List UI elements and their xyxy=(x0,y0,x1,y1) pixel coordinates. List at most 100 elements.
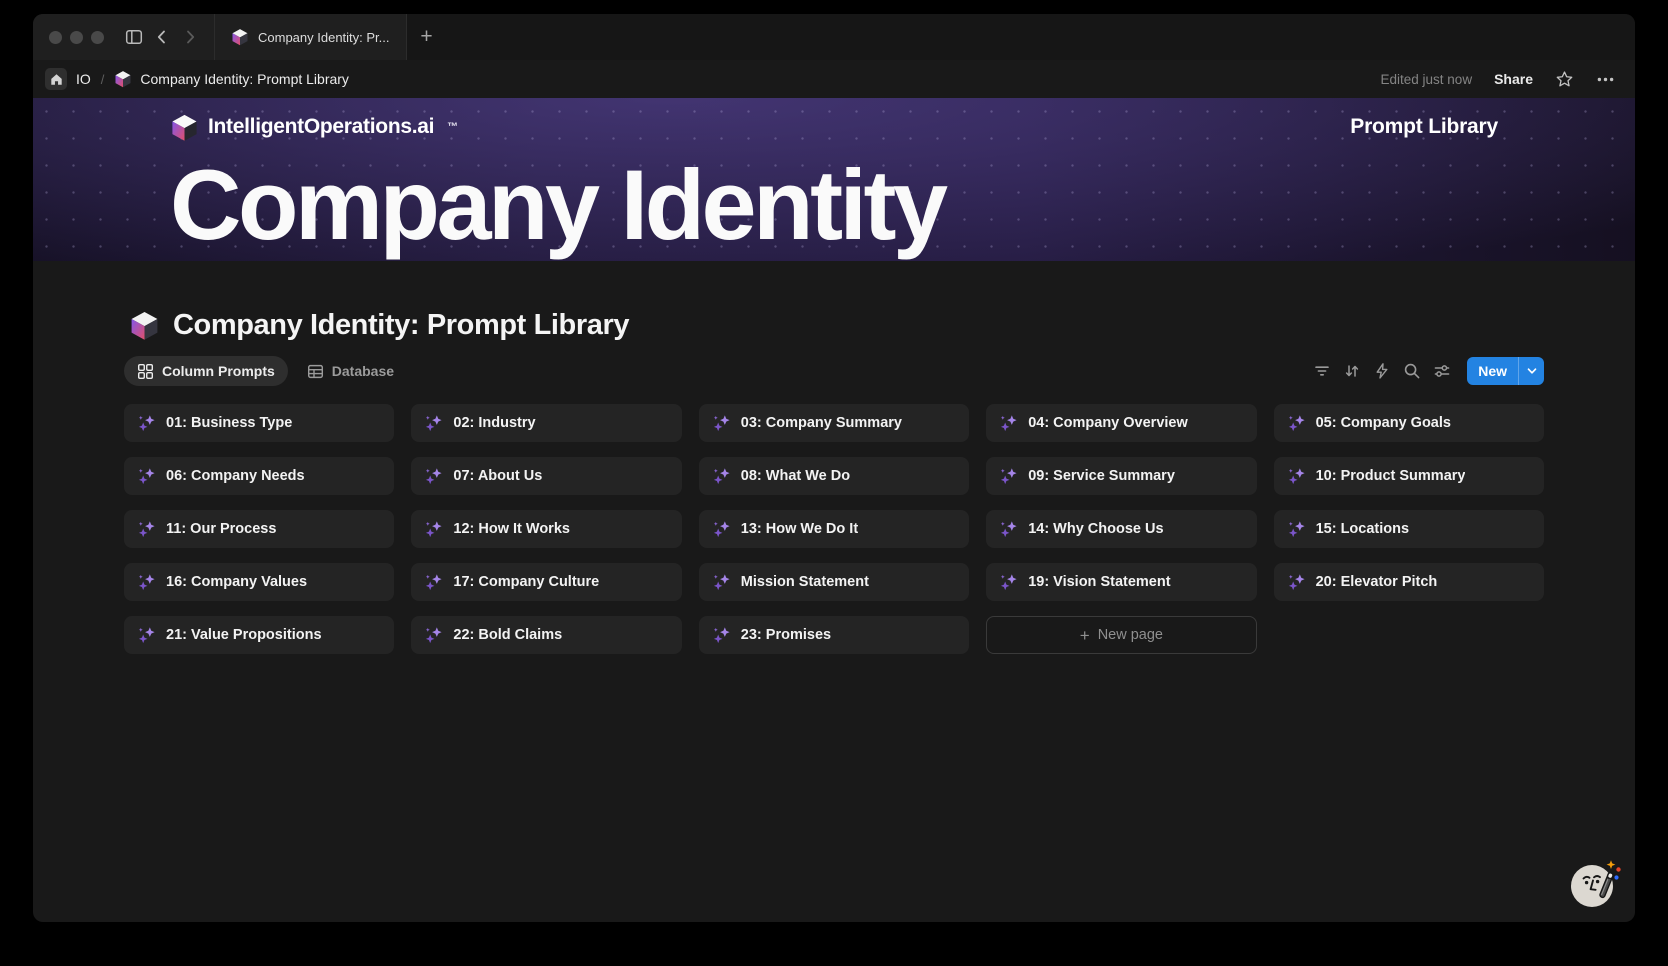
prompt-card[interactable]: 07: About Us xyxy=(411,457,681,495)
app-window: Company Identity: Pr... + IO / Company I… xyxy=(33,14,1635,922)
favorite-button[interactable] xyxy=(1555,70,1574,89)
prompt-card[interactable]: 12: How It Works xyxy=(411,510,681,548)
page-tab[interactable]: Company Identity: Pr... xyxy=(214,14,407,60)
prompt-grid: 01: Business Type 02: Industry 03: Compa… xyxy=(124,404,1544,654)
breadcrumb-workspace[interactable]: IO xyxy=(76,71,91,87)
prompt-card[interactable]: 04: Company Overview xyxy=(986,404,1256,442)
automation-button[interactable] xyxy=(1369,358,1395,384)
ai-sparkle-icon xyxy=(999,573,1018,592)
zoom-button[interactable] xyxy=(91,31,104,44)
brand-trademark: ™ xyxy=(447,121,458,133)
table-icon xyxy=(307,363,324,380)
prompt-card[interactable]: 08: What We Do xyxy=(699,457,969,495)
brand-logo: IntelligentOperations.ai ™ xyxy=(170,113,458,142)
prompt-card[interactable]: 14: Why Choose Us xyxy=(986,510,1256,548)
sidebar-icon xyxy=(125,28,143,46)
ai-sparkle-icon xyxy=(1287,467,1306,486)
breadcrumb-page[interactable]: Company Identity: Prompt Library xyxy=(114,70,349,88)
prompt-card[interactable]: 22: Bold Claims xyxy=(411,616,681,654)
ai-sparkle-icon xyxy=(424,520,443,539)
prompt-card[interactable]: Mission Statement xyxy=(699,563,969,601)
prompt-card[interactable]: 21: Value Propositions xyxy=(124,616,394,654)
home-button[interactable] xyxy=(45,68,67,90)
ai-sparkle-icon xyxy=(137,467,156,486)
tab-bar: Company Identity: Pr... + xyxy=(33,14,1635,60)
page-title-icon[interactable] xyxy=(129,310,160,341)
back-button[interactable] xyxy=(148,22,176,52)
view-settings-button[interactable] xyxy=(1429,358,1455,384)
cube-logo-icon xyxy=(231,28,249,46)
ai-face-wand-icon xyxy=(1567,856,1623,910)
prompt-card-label: Mission Statement xyxy=(741,574,869,590)
banner: IntelligentOperations.ai ™ Prompt Librar… xyxy=(33,98,1635,261)
minimize-button[interactable] xyxy=(70,31,83,44)
view-tab-column-prompts[interactable]: Column Prompts xyxy=(124,356,288,386)
prompt-card[interactable]: 02: Industry xyxy=(411,404,681,442)
breadcrumb-bar: IO / Company Identity: Prompt Library Ed… xyxy=(33,60,1635,98)
ai-assistant-button[interactable] xyxy=(1567,856,1623,910)
prompt-card[interactable]: 09: Service Summary xyxy=(986,457,1256,495)
ai-sparkle-icon xyxy=(424,626,443,645)
prompt-card[interactable]: 10: Product Summary xyxy=(1274,457,1544,495)
new-button[interactable]: New xyxy=(1467,357,1518,385)
prompt-card[interactable]: 17: Company Culture xyxy=(411,563,681,601)
sort-button[interactable] xyxy=(1339,358,1365,384)
ai-sparkle-icon xyxy=(424,467,443,486)
brand-cube-icon xyxy=(170,113,199,142)
close-button[interactable] xyxy=(49,31,62,44)
ai-sparkle-icon xyxy=(424,414,443,433)
new-page-card[interactable]: + New page xyxy=(986,616,1256,654)
search-icon xyxy=(1403,362,1421,380)
ai-sparkle-icon xyxy=(137,414,156,433)
prompt-card-label: 13: How We Do It xyxy=(741,521,858,537)
home-icon xyxy=(50,73,63,86)
prompt-card-label: 02: Industry xyxy=(453,415,535,431)
prompt-card-label: 03: Company Summary xyxy=(741,415,902,431)
filter-icon xyxy=(1313,362,1331,380)
prompt-card-label: 17: Company Culture xyxy=(453,574,599,590)
view-tab-label: Database xyxy=(332,363,394,379)
ai-sparkle-icon xyxy=(137,626,156,645)
plus-icon: + xyxy=(1080,627,1090,644)
ai-sparkle-icon xyxy=(712,520,731,539)
chevron-left-icon xyxy=(154,29,170,45)
ai-sparkle-icon xyxy=(137,520,156,539)
breadcrumb-page-title: Company Identity: Prompt Library xyxy=(140,71,349,87)
forward-button[interactable] xyxy=(176,22,204,52)
prompt-card-label: 23: Promises xyxy=(741,627,831,643)
gallery-grid-icon xyxy=(137,363,154,380)
ai-sparkle-icon xyxy=(1287,520,1306,539)
prompt-card[interactable]: 13: How We Do It xyxy=(699,510,969,548)
banner-headline: Company Identity xyxy=(170,150,1498,260)
ai-sparkle-icon xyxy=(1287,414,1306,433)
cube-page-icon xyxy=(114,70,132,88)
prompt-card[interactable]: 23: Promises xyxy=(699,616,969,654)
more-options-button[interactable] xyxy=(1596,70,1615,89)
prompt-card-label: 06: Company Needs xyxy=(166,468,305,484)
filter-button[interactable] xyxy=(1309,358,1335,384)
share-button[interactable]: Share xyxy=(1494,71,1533,87)
main-content: Company Identity: Prompt Library Column … xyxy=(33,261,1635,922)
lightning-icon xyxy=(1373,362,1391,380)
sliders-icon xyxy=(1433,362,1451,380)
prompt-card[interactable]: 01: Business Type xyxy=(124,404,394,442)
prompt-card[interactable]: 15: Locations xyxy=(1274,510,1544,548)
prompt-card[interactable]: 03: Company Summary xyxy=(699,404,969,442)
prompt-card[interactable]: 05: Company Goals xyxy=(1274,404,1544,442)
ai-sparkle-icon xyxy=(424,573,443,592)
view-tab-database[interactable]: Database xyxy=(294,356,407,386)
new-dropdown-button[interactable] xyxy=(1518,357,1544,385)
new-tab-button[interactable]: + xyxy=(407,14,447,60)
prompt-card[interactable]: 16: Company Values xyxy=(124,563,394,601)
new-page-label: New page xyxy=(1098,627,1163,643)
prompt-card[interactable]: 11: Our Process xyxy=(124,510,394,548)
prompt-card-label: 01: Business Type xyxy=(166,415,292,431)
prompt-card[interactable]: 19: Vision Statement xyxy=(986,563,1256,601)
ai-sparkle-icon xyxy=(712,414,731,433)
sort-arrows-icon xyxy=(1343,362,1361,380)
banner-corner-label: Prompt Library xyxy=(1350,115,1498,139)
prompt-card[interactable]: 06: Company Needs xyxy=(124,457,394,495)
sidebar-toggle-button[interactable] xyxy=(120,22,148,52)
prompt-card[interactable]: 20: Elevator Pitch xyxy=(1274,563,1544,601)
search-button[interactable] xyxy=(1399,358,1425,384)
